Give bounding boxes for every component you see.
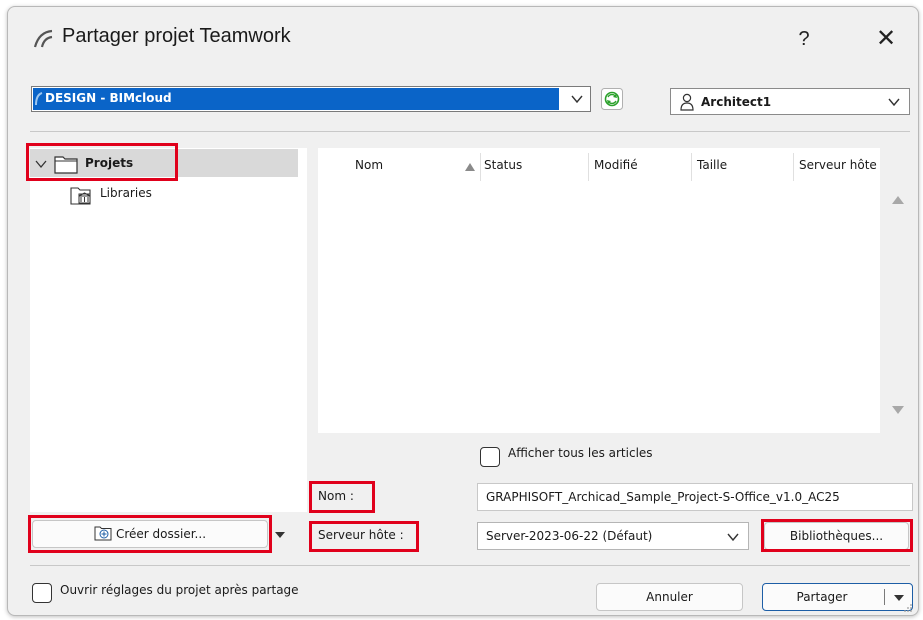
user-dropdown[interactable]: Architect1 — [670, 88, 910, 115]
open-settings-checkbox[interactable] — [32, 583, 52, 603]
bottom-divider — [30, 565, 910, 566]
highlight-box-projets — [26, 143, 178, 181]
column-header-name[interactable]: Nom — [355, 158, 383, 172]
column-header-size[interactable]: Taille — [697, 158, 727, 172]
tree-item-libraries[interactable]: Libraries — [100, 186, 152, 200]
chevron-down-icon — [888, 98, 900, 107]
show-all-label: Afficher tous les articles — [508, 446, 653, 460]
column-separator — [588, 153, 589, 181]
server-selected-value: DESIGN - BIMcloud — [45, 91, 172, 105]
host-server-value: Server-2023-06-22 (Défaut) — [486, 529, 653, 543]
highlight-box-name-label — [309, 481, 375, 513]
show-all-checkbox[interactable] — [480, 447, 500, 467]
project-tree[interactable]: Projets Libraries — [30, 148, 307, 512]
library-folder-icon — [70, 187, 91, 205]
column-header-status[interactable]: Status — [484, 158, 522, 172]
chevron-down-icon — [727, 533, 739, 542]
resize-grip-icon[interactable] — [903, 603, 913, 613]
create-folder-menu-arrow-icon[interactable] — [275, 531, 285, 539]
column-separator — [691, 153, 692, 181]
dialog-title: Partager projet Teamwork — [62, 25, 291, 47]
column-separator — [480, 153, 481, 181]
archicad-logo-icon — [33, 29, 53, 48]
column-header-modified[interactable]: Modifié — [594, 158, 638, 172]
share-label: Partager — [796, 590, 848, 604]
scroll-up-icon[interactable] — [891, 195, 905, 205]
share-button[interactable]: Partager — [762, 583, 913, 611]
server-dropdown[interactable]: DESIGN - BIMcloud — [31, 86, 591, 112]
scroll-down-icon[interactable] — [891, 405, 905, 415]
user-icon — [680, 93, 694, 111]
share-teamwork-dialog: Partager projet Teamwork ? ✕ DESIGN - BI… — [7, 6, 919, 616]
highlight-box-libraries — [761, 519, 913, 552]
open-settings-label: Ouvrir réglages du projet après partage — [60, 583, 299, 597]
share-menu-arrow-icon[interactable] — [894, 594, 904, 602]
project-list[interactable]: Nom Status Modifié Taille Serveur hôte — [318, 148, 880, 433]
server-icon — [35, 92, 43, 106]
title-bar: Partager projet Teamwork ? ✕ — [8, 7, 918, 69]
project-name-input[interactable]: GRAPHISOFT_Archicad_Sample_Project-S-Off… — [477, 483, 913, 511]
split-separator — [884, 589, 885, 605]
user-selected-value: Architect1 — [701, 95, 772, 109]
cancel-button[interactable]: Annuler — [596, 583, 743, 611]
column-header-host-server[interactable]: Serveur hôte — [799, 158, 877, 172]
close-button[interactable]: ✕ — [866, 21, 906, 57]
sort-ascending-icon — [465, 163, 475, 171]
help-button[interactable]: ? — [784, 21, 824, 57]
column-separator — [793, 153, 794, 181]
highlight-box-create-folder — [28, 515, 272, 553]
chevron-down-icon — [571, 95, 583, 104]
highlight-box-host-server-label — [309, 521, 419, 552]
refresh-icon[interactable] — [601, 88, 623, 110]
top-divider — [30, 131, 910, 132]
host-server-dropdown[interactable]: Server-2023-06-22 (Défaut) — [477, 522, 749, 550]
